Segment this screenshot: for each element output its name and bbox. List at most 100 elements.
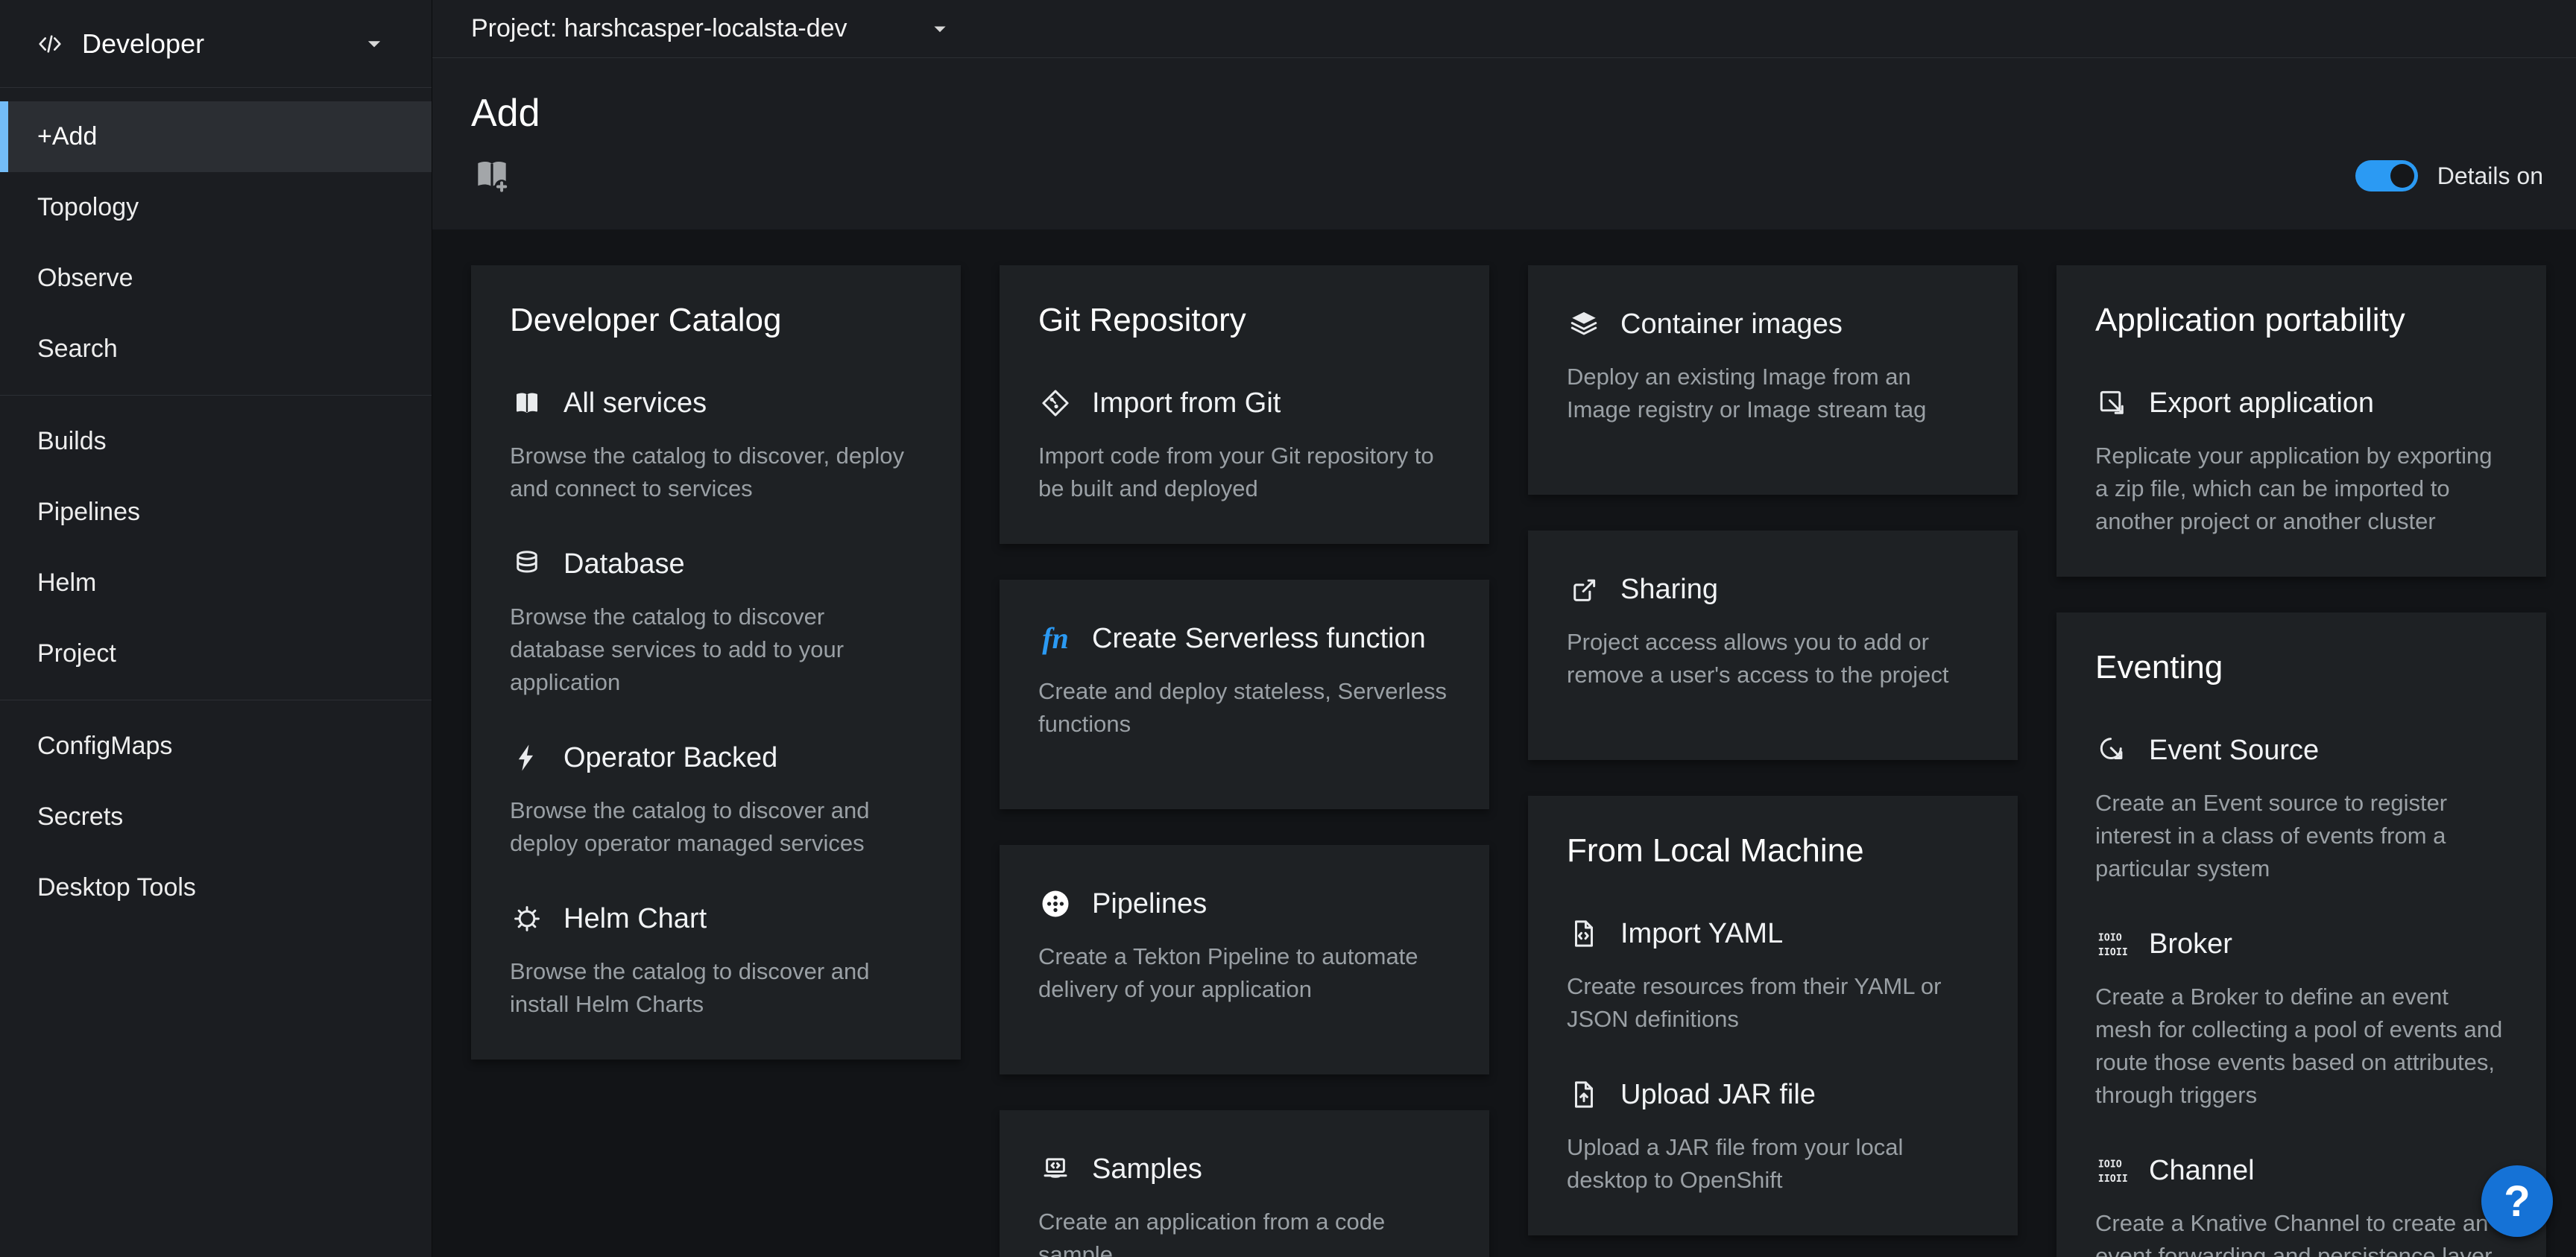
item-description: Browse the catalog to discover and insta… (510, 955, 922, 1021)
item-sharing[interactable]: SharingProject access allows you to add … (1567, 572, 1979, 691)
card-heading: Developer Catalog (510, 301, 922, 340)
grid-column-1: Developer Catalog All services Browse the … (471, 265, 961, 1060)
sidebar-item-builds[interactable]: Builds (0, 406, 432, 477)
item-event-source[interactable]: Event SourceCreate an Event source to re… (2095, 733, 2507, 885)
item-channel[interactable]: IOIOIIOII Channel Create a Knative Channel… (2095, 1153, 2507, 1257)
item-description: Deploy an existing Image from an Image r… (1567, 361, 1979, 426)
item-description: Replicate your application by exporting … (2095, 440, 2507, 538)
sidebar-item-project[interactable]: Project (0, 618, 432, 689)
item-description: Create a Knative Channel to create an ev… (2095, 1207, 2507, 1257)
file-upload-icon (1567, 1077, 1601, 1112)
item-title-row: Import YAML (1567, 916, 1979, 951)
add-page-content: Developer Catalog All services Browse the … (432, 229, 2576, 1257)
perspective-switcher[interactable]: Developer (0, 0, 432, 88)
item-title-row: All services (510, 386, 922, 420)
book-plus-icon[interactable] (471, 155, 513, 197)
item-title: Helm Chart (564, 902, 707, 936)
item-description: Create resources from their YAML or JSON… (1567, 970, 1979, 1036)
item-description: Browse the catalog to discover database … (510, 601, 922, 699)
card-grid: Developer Catalog All services Browse the … (471, 265, 2543, 1257)
card-create-serverless-function[interactable]: fn Create Serverless function Create and d… (1000, 580, 1489, 809)
item-container-images[interactable]: Container images Deploy an existing Image… (1567, 307, 1979, 426)
sidebar-item-pipelines[interactable]: Pipelines (0, 477, 432, 548)
project-selector-label: Project: harshcasper-localsta-dev (471, 14, 847, 43)
item-description: Browse the catalog to discover, deploy a… (510, 440, 922, 505)
item-create-serverless-function[interactable]: fn Create Serverless function Create and d… (1038, 621, 1450, 741)
sidebar-item-configmaps[interactable]: ConfigMaps (0, 711, 432, 782)
card-application-portability[interactable]: Application portability Export applicatio… (2056, 265, 2546, 577)
page-header-row: Details on (471, 155, 2543, 197)
fn-icon: fn (1038, 621, 1073, 656)
card-git-repository[interactable]: Git RepositoryImport from GitImport code… (1000, 265, 1489, 544)
item-export-application[interactable]: Export application Replicate your applica… (2095, 386, 2507, 538)
item-pipelines[interactable]: Pipelines Create a Tekton Pipeline to aut… (1038, 887, 1450, 1006)
export-icon (2095, 386, 2130, 420)
sidebar-item-observe[interactable]: Observe (0, 243, 432, 314)
grid-column-2: Git RepositoryImport from GitImport code… (1000, 265, 1489, 1257)
card-from-local-machine[interactable]: From Local Machine Import YAML Create reso… (1528, 796, 2018, 1235)
details-toggle[interactable] (2355, 160, 2418, 191)
card-heading: Eventing (2095, 648, 2507, 687)
item-description: Project access allows you to add or remo… (1567, 626, 1979, 691)
sidebar-item-add[interactable]: +Add (0, 101, 432, 172)
card-samples[interactable]: SamplesCreate an application from a code… (1000, 1110, 1489, 1257)
svg-text:IIOII: IIOII (2098, 1174, 2128, 1185)
item-title-row: Import from Git (1038, 386, 1450, 420)
caret-down-icon (363, 33, 385, 55)
sidebar-item-helm[interactable]: Helm (0, 548, 432, 618)
channel-icon: IOIOIIOII (2095, 1153, 2130, 1188)
sidebar-item-desktop-tools[interactable]: Desktop Tools (0, 852, 432, 923)
item-title: Samples (1092, 1152, 1202, 1186)
file-code-icon (1567, 916, 1601, 951)
openshift-console: Developer +AddTopologyObserveSearch Build… (0, 0, 2576, 1257)
item-title: Channel (2149, 1153, 2255, 1188)
project-selector[interactable]: Project: harshcasper-localsta-dev (471, 14, 950, 43)
item-title-row: Samples (1038, 1152, 1450, 1186)
code-icon (36, 29, 66, 59)
details-toggle-group: Details on (2355, 160, 2543, 191)
help-button[interactable]: ? (2481, 1165, 2553, 1237)
main-area: Project: harshcasper-localsta-dev Add De… (432, 0, 2576, 1257)
item-import-yaml[interactable]: Import YAML Create resources from their Y… (1567, 916, 1979, 1036)
item-helm-chart[interactable]: Helm Chart Browse the catalog to discover… (510, 902, 922, 1021)
item-samples[interactable]: SamplesCreate an application from a code… (1038, 1152, 1450, 1257)
item-title: Broker (2149, 927, 2232, 961)
item-database[interactable]: Database Browse the catalog to discover d… (510, 547, 922, 699)
sidebar-item-search[interactable]: Search (0, 314, 432, 384)
item-title: Import YAML (1620, 916, 1783, 951)
grid-column-4: Application portability Export applicatio… (2056, 265, 2546, 1257)
broker-icon: IOIOIIOII (2095, 927, 2130, 961)
card-heading: From Local Machine (1567, 832, 1979, 870)
item-title: Create Serverless function (1092, 621, 1426, 656)
item-title-row: Database (510, 547, 922, 581)
item-upload-jar-file[interactable]: Upload JAR fileUpload a JAR file from yo… (1567, 1077, 1979, 1197)
item-broker[interactable]: IOIOIIOIIBrokerCreate a Broker to define… (2095, 927, 2507, 1112)
sidebar: Developer +AddTopologyObserveSearch Build… (0, 0, 432, 1257)
item-title: Pipelines (1092, 887, 1207, 921)
sidebar-item-secrets[interactable]: Secrets (0, 782, 432, 852)
sidebar-item-topology[interactable]: Topology (0, 172, 432, 243)
sidebar-nav: +AddTopologyObserveSearch BuildsPipelines… (0, 88, 432, 923)
item-title-row: fn Create Serverless function (1038, 621, 1450, 656)
card-eventing[interactable]: Eventing Event SourceCreate an Event sour… (2056, 612, 2546, 1257)
item-title-row: IOIOIIOII Channel (2095, 1153, 2507, 1188)
item-title: All services (564, 386, 707, 420)
caret-down-icon (929, 19, 950, 39)
item-title: Container images (1620, 307, 1843, 341)
card-container-images[interactable]: Container images Deploy an existing Image… (1528, 265, 2018, 495)
item-description: Create a Tekton Pipeline to automate del… (1038, 940, 1450, 1006)
topbar: Project: harshcasper-localsta-dev (432, 0, 2576, 58)
item-all-services[interactable]: All services Browse the catalog to discov… (510, 386, 922, 505)
item-title-row: Export application (2095, 386, 2507, 420)
item-title-row: Pipelines (1038, 887, 1450, 921)
item-title-row: Operator Backed (510, 741, 922, 775)
item-description: Create and deploy stateless, Serverless … (1038, 675, 1450, 741)
item-operator-backed[interactable]: Operator BackedBrowse the catalog to dis… (510, 741, 922, 860)
item-title: Import from Git (1092, 386, 1281, 420)
card-pipelines[interactable]: Pipelines Create a Tekton Pipeline to aut… (1000, 845, 1489, 1074)
card-sharing[interactable]: SharingProject access allows you to add … (1528, 531, 2018, 760)
card-developer-catalog[interactable]: Developer Catalog All services Browse the … (471, 265, 961, 1060)
card-heading: Application portability (2095, 301, 2507, 340)
item-import-from-git[interactable]: Import from GitImport code from your Git… (1038, 386, 1450, 505)
nav-group-divider (0, 395, 432, 396)
